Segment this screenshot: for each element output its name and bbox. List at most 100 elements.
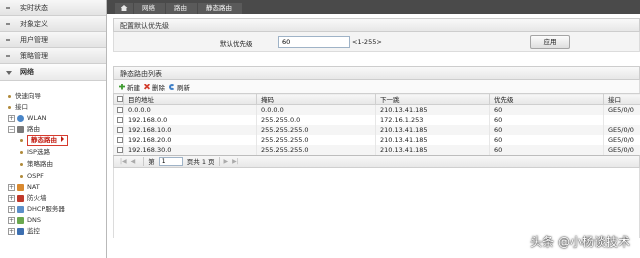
pagination-bar: |◀ ◀ 第 页共 1 页 ▶ ▶|: [113, 154, 640, 168]
priority-label: 默认优先级: [220, 40, 253, 48]
collapse-marker-icon: [6, 7, 10, 9]
tree-item-label: WLAN: [27, 114, 47, 122]
cell-destination: 0.0.0.0: [123, 104, 257, 115]
row-select-cell[interactable]: [113, 104, 124, 115]
table-row[interactable]: 192.168.30.0 255.255.255.0 210.13.41.185…: [113, 144, 640, 155]
first-page-icon[interactable]: |◀: [120, 158, 127, 165]
cell-mask: 0.0.0.0: [256, 104, 376, 115]
column-header-next-hop[interactable]: 下一跳: [375, 93, 490, 105]
firewall-icon: [17, 195, 24, 202]
column-header-destination[interactable]: 目的地址: [123, 93, 257, 105]
main-content: 配置默认优先级 默认优先级 <1-255> 应用 静态路由列表 新建 删除 刷新…: [113, 18, 640, 238]
tree-item-isp-route[interactable]: ISP选路: [20, 147, 50, 158]
select-all-cell[interactable]: [113, 93, 124, 105]
tree-item-quick-guide[interactable]: 快速向导: [8, 91, 41, 102]
cell-next-hop: 210.13.41.185: [375, 144, 490, 155]
expand-marker-icon: [6, 71, 12, 75]
sidebar: 实时状态 对象定义 用户管理 策略管理 网络 快速向导 接口 + WLAN − 路由…: [0, 0, 107, 258]
page-number-input[interactable]: [158, 156, 183, 166]
tree-item-firewall[interactable]: + 防火墙: [8, 193, 47, 204]
sidebar-section-label: 策略管理: [20, 52, 48, 60]
collapse-minus-icon[interactable]: −: [8, 126, 15, 133]
tree-item-monitor[interactable]: + 监控: [8, 226, 40, 237]
select-all-checkbox[interactable]: [117, 96, 123, 102]
row-checkbox[interactable]: [117, 106, 123, 113]
tree-item-nat[interactable]: + NAT: [8, 182, 40, 193]
prev-page-icon[interactable]: ◀: [131, 158, 136, 165]
page-prefix-label: 第: [148, 158, 155, 166]
monitor-icon: [17, 228, 24, 235]
table-row[interactable]: 192.168.20.0 255.255.255.0 210.13.41.185…: [113, 134, 640, 145]
next-page-icon[interactable]: ▶: [224, 158, 229, 165]
expand-plus-icon[interactable]: +: [8, 115, 15, 122]
cell-next-hop: 172.16.1.253: [375, 114, 490, 125]
breadcrumb-item-routing[interactable]: 路由: [166, 2, 197, 14]
refresh-button[interactable]: 刷新: [169, 82, 190, 92]
tree-item-label: DNS: [27, 216, 41, 224]
expand-plus-icon[interactable]: +: [8, 206, 15, 213]
last-page-icon[interactable]: ▶|: [232, 158, 239, 165]
nat-icon: [17, 184, 24, 191]
add-button-label: 新建: [127, 83, 140, 92]
cell-interface: GE5/0/0: [603, 104, 640, 115]
bullet-icon: [20, 139, 23, 142]
row-select-cell[interactable]: [113, 114, 124, 125]
expand-plus-icon[interactable]: +: [8, 184, 15, 191]
priority-input[interactable]: [278, 36, 350, 48]
bullet-icon: [20, 151, 23, 154]
tree-item-dhcp-server[interactable]: + DHCP服务器: [8, 204, 65, 215]
expand-plus-icon[interactable]: +: [8, 195, 15, 202]
breadcrumb: 网络 路由 静态路由: [115, 2, 243, 14]
row-select-cell[interactable]: [113, 124, 124, 135]
column-header-mask[interactable]: 掩码: [256, 93, 376, 105]
tree-item-ospf[interactable]: OSPF: [20, 171, 44, 182]
pager-divider: [218, 156, 220, 166]
tree-item-dns[interactable]: + DNS: [8, 215, 41, 226]
column-header-interface[interactable]: 接口: [603, 93, 640, 105]
cell-priority: 60: [489, 114, 604, 125]
delete-icon: [144, 83, 150, 90]
tree-item-static-route[interactable]: 静态路由: [20, 135, 68, 146]
table-row[interactable]: 192.168.0.0 255.255.0.0 172.16.1.253 60: [113, 114, 640, 125]
table-row[interactable]: 0.0.0.0 0.0.0.0 210.13.41.185 60 GE5/0/0: [113, 104, 640, 115]
pager-divider: [143, 156, 145, 166]
row-checkbox[interactable]: [117, 146, 123, 153]
sidebar-section-policy-management[interactable]: 策略管理: [0, 48, 106, 64]
router-icon: [17, 126, 24, 133]
sidebar-section-object-definition[interactable]: 对象定义: [0, 16, 106, 32]
breadcrumb-item-static-route: 静态路由: [198, 2, 242, 14]
page-total-label: 页共 1 页: [186, 158, 215, 166]
expand-plus-icon[interactable]: +: [8, 217, 15, 224]
tree-item-routing[interactable]: − 路由: [8, 124, 40, 135]
cell-next-hop: 210.13.41.185: [375, 134, 490, 145]
refresh-icon: [169, 83, 175, 90]
tree-item-selected[interactable]: 静态路由: [27, 135, 68, 146]
delete-button[interactable]: 删除: [144, 82, 165, 92]
apply-button[interactable]: 应用: [530, 35, 570, 49]
add-button[interactable]: 新建: [119, 82, 140, 92]
expand-plus-icon[interactable]: +: [8, 228, 15, 235]
row-checkbox[interactable]: [117, 126, 123, 133]
breadcrumb-home[interactable]: [115, 2, 133, 14]
table-row[interactable]: 192.168.10.0 255.255.255.0 210.13.41.185…: [113, 124, 640, 135]
sidebar-section-realtime-status[interactable]: 实时状态: [0, 0, 106, 16]
row-checkbox[interactable]: [117, 136, 123, 143]
collapse-marker-icon: [6, 55, 10, 57]
cell-mask: 255.255.255.0: [256, 144, 376, 155]
cell-destination: 192.168.10.0: [123, 124, 257, 135]
sidebar-section-label: 实时状态: [20, 4, 48, 12]
tree-item-label: 策略路由: [27, 160, 53, 168]
tree-item-wlan[interactable]: + WLAN: [8, 113, 47, 124]
sidebar-section-network[interactable]: 网络: [0, 64, 106, 81]
bullet-icon: [8, 95, 11, 98]
breadcrumb-item-network[interactable]: 网络: [134, 2, 165, 14]
tree-item-policy-route[interactable]: 策略路由: [20, 159, 53, 170]
tree-item-interface[interactable]: 接口: [8, 102, 28, 113]
cell-priority: 60: [489, 134, 604, 145]
row-select-cell[interactable]: [113, 134, 124, 145]
row-select-cell[interactable]: [113, 144, 124, 155]
collapse-marker-icon: [6, 39, 10, 41]
row-checkbox[interactable]: [117, 116, 123, 123]
column-header-priority[interactable]: 优先级: [489, 93, 604, 105]
sidebar-section-user-management[interactable]: 用户管理: [0, 32, 106, 48]
